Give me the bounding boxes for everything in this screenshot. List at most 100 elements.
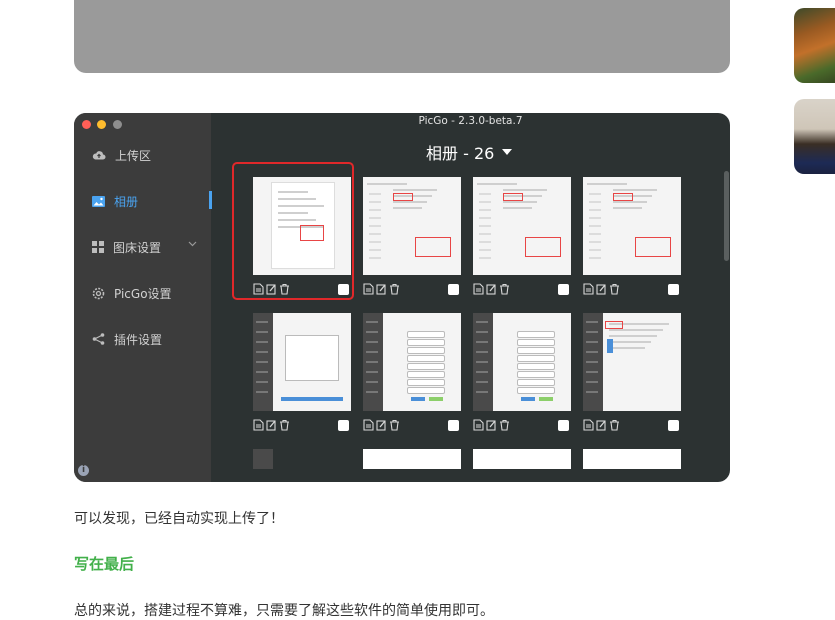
preview-line bbox=[366, 341, 378, 343]
select-checkbox[interactable] bbox=[338, 420, 349, 431]
trash-icon[interactable] bbox=[499, 419, 510, 431]
active-nav-indicator bbox=[209, 191, 212, 209]
file-icon[interactable] bbox=[583, 419, 594, 431]
maximize-window-button[interactable] bbox=[113, 120, 122, 129]
window-title: PicGo - 2.3.0-beta.7 bbox=[418, 115, 523, 127]
nav-item-picgo-settings[interactable]: PicGo设置 bbox=[92, 284, 172, 302]
info-icon[interactable]: i bbox=[78, 465, 89, 476]
preview-field bbox=[517, 387, 555, 394]
caret-down-icon[interactable] bbox=[502, 149, 513, 155]
select-checkbox[interactable] bbox=[558, 420, 569, 431]
edit-icon[interactable] bbox=[266, 419, 277, 431]
preview-field bbox=[407, 347, 445, 354]
album-title[interactable]: 相册 - 26 bbox=[426, 140, 513, 164]
preview-line bbox=[609, 341, 651, 343]
select-checkbox[interactable] bbox=[448, 420, 459, 431]
preview-line bbox=[367, 183, 407, 185]
preview-line bbox=[479, 241, 491, 243]
preview-line bbox=[479, 201, 491, 203]
close-window-button[interactable] bbox=[82, 120, 91, 129]
preview-highlight bbox=[605, 321, 623, 329]
preview-line bbox=[589, 217, 601, 219]
file-icon[interactable] bbox=[253, 419, 264, 431]
select-checkbox[interactable] bbox=[448, 284, 459, 295]
gear-icon bbox=[92, 287, 105, 299]
file-icon[interactable] bbox=[473, 419, 484, 431]
preview-line bbox=[369, 217, 381, 219]
select-checkbox[interactable] bbox=[668, 420, 679, 431]
nav-item-upload[interactable]: 上传区 bbox=[92, 146, 151, 164]
preview-line bbox=[366, 371, 378, 373]
edit-icon[interactable] bbox=[596, 283, 607, 295]
image-card[interactable] bbox=[363, 177, 461, 275]
preview-line bbox=[479, 257, 491, 259]
preview-line bbox=[256, 361, 268, 363]
edit-icon[interactable] bbox=[376, 283, 387, 295]
side-thumbnail-2[interactable] bbox=[794, 99, 835, 174]
preview-line bbox=[613, 207, 642, 209]
article-paragraph-2: 总的来说，搭建过程不算难，只需要了解这些软件的简单使用即可。 bbox=[74, 603, 494, 619]
edit-icon[interactable] bbox=[486, 419, 497, 431]
file-icon[interactable] bbox=[473, 283, 484, 295]
preview-line bbox=[479, 209, 491, 211]
nav-item-bed-settings[interactable]: 图床设置 bbox=[92, 238, 161, 256]
preview-line bbox=[476, 331, 488, 333]
preview-highlight bbox=[503, 193, 523, 201]
trash-icon[interactable] bbox=[609, 419, 620, 431]
cloud-upload-icon bbox=[92, 151, 106, 160]
image-card-partial[interactable] bbox=[583, 449, 681, 469]
edit-icon[interactable] bbox=[596, 419, 607, 431]
preview-line bbox=[503, 207, 532, 209]
image-card[interactable] bbox=[473, 177, 571, 275]
trash-icon[interactable] bbox=[389, 419, 400, 431]
preview-line bbox=[479, 225, 491, 227]
upload-box-preview bbox=[285, 335, 339, 381]
preview-line bbox=[613, 201, 647, 203]
preview-button bbox=[411, 397, 425, 401]
preview-line bbox=[393, 207, 422, 209]
nav-label: 上传区 bbox=[115, 148, 152, 163]
preview-button bbox=[607, 339, 613, 353]
image-card[interactable] bbox=[583, 313, 681, 411]
image-card[interactable] bbox=[473, 313, 571, 411]
chevron-down-icon[interactable] bbox=[188, 241, 197, 247]
preview-line bbox=[366, 361, 378, 363]
trash-icon[interactable] bbox=[609, 283, 620, 295]
edit-icon[interactable] bbox=[376, 419, 387, 431]
image-actions bbox=[583, 283, 620, 295]
preview-line bbox=[479, 193, 491, 195]
preview-line bbox=[479, 233, 491, 235]
nav-item-plugin-settings[interactable]: 插件设置 bbox=[92, 330, 162, 348]
edit-icon[interactable] bbox=[486, 283, 497, 295]
image-card-partial[interactable] bbox=[473, 449, 571, 469]
grid-icon bbox=[92, 241, 104, 253]
preview-field bbox=[407, 371, 445, 378]
image-card[interactable] bbox=[583, 177, 681, 275]
preview-line bbox=[476, 381, 488, 383]
select-checkbox[interactable] bbox=[668, 284, 679, 295]
preview-line bbox=[589, 241, 601, 243]
preview-line bbox=[369, 201, 381, 203]
preview-line bbox=[589, 193, 601, 195]
file-icon[interactable] bbox=[363, 283, 374, 295]
image-card-partial[interactable] bbox=[253, 449, 273, 469]
trash-icon[interactable] bbox=[389, 283, 400, 295]
preview-line bbox=[366, 381, 378, 383]
trash-icon[interactable] bbox=[499, 283, 510, 295]
minimize-window-button[interactable] bbox=[97, 120, 106, 129]
image-card[interactable] bbox=[363, 313, 461, 411]
file-icon[interactable] bbox=[363, 419, 374, 431]
preview-line bbox=[589, 209, 601, 211]
image-actions bbox=[363, 283, 400, 295]
image-card-partial[interactable] bbox=[363, 449, 461, 469]
image-card[interactable] bbox=[253, 313, 351, 411]
trash-icon[interactable] bbox=[279, 419, 290, 431]
side-thumbnail-1[interactable] bbox=[794, 8, 835, 83]
nav-item-album[interactable]: 相册 bbox=[92, 192, 138, 210]
select-checkbox[interactable] bbox=[558, 284, 569, 295]
preview-highlight bbox=[525, 237, 561, 257]
preview-line bbox=[369, 209, 381, 211]
file-icon[interactable] bbox=[583, 283, 594, 295]
article-paragraph-1: 可以发现，已经自动实现上传了！ bbox=[74, 511, 284, 527]
scrollbar[interactable] bbox=[724, 171, 729, 261]
